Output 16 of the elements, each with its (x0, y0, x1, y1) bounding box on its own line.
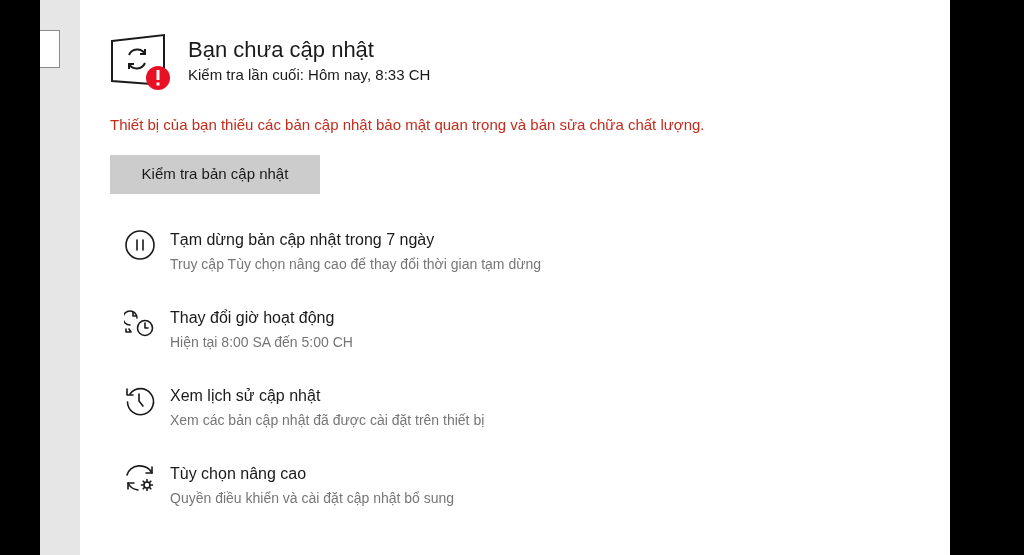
option-link[interactable]: Thay đổi giờ hoạt động (170, 306, 353, 330)
search-field[interactable] (40, 30, 60, 68)
option-link[interactable]: Xem lịch sử cập nhật (170, 384, 485, 408)
check-updates-button[interactable]: Kiểm tra bản cập nhật (110, 155, 320, 194)
clock-icon (124, 307, 156, 339)
option-description: Hiện tại 8:00 SA đến 5:00 CH (170, 333, 353, 352)
option-description: Truy cập Tùy chọn nâng cao để thay đổi thời gian tạm dừng (170, 255, 542, 274)
last-checked-text: Kiểm tra lần cuối: Hôm nay, 8:33 CH (188, 65, 431, 85)
option-link[interactable]: Tùy chọn nâng cao (170, 462, 455, 486)
warning-message: Thiết bị của bạn thiếu các bản cập nhật bảo mật quan trọng và bản sửa chữa chất lượng. (110, 115, 706, 135)
pause-icon (124, 229, 156, 261)
history-icon (124, 385, 156, 417)
option-description: Xem các bản cập nhật đã được cài đặt trên thiết bị (170, 411, 485, 430)
option-description: Quyền điều khiển và cài đặt cập nhật bổ sung (170, 489, 455, 508)
option-link[interactable]: Tạm dừng bản cập nhật trong 7 ngày (170, 228, 542, 252)
status-title: Bạn chưa cập nhật (188, 36, 375, 64)
